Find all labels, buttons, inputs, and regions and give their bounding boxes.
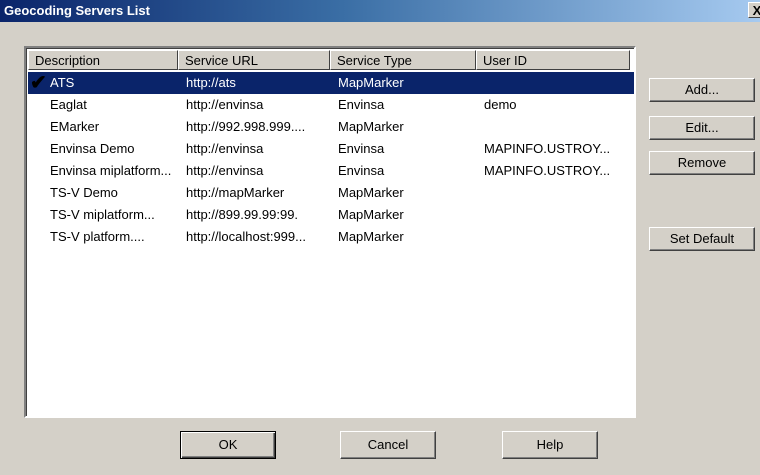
table-row[interactable]: Eaglat http://envinsa Envinsa demo	[28, 94, 634, 116]
window-title: Geocoding Servers List	[4, 3, 150, 18]
table-row[interactable]: TS-V platform.... http://localhost:999...…	[28, 226, 634, 248]
list-rows: ✔ ATS http://ats MapMarker Eaglat http://envi…	[28, 72, 634, 248]
table-row[interactable]: Envinsa miplatform... http://envinsa Envin…	[28, 160, 634, 182]
column-header-description[interactable]: Description	[28, 50, 178, 70]
table-row[interactable]: EMarker http://992.998.999.... MapMarker	[28, 116, 634, 138]
edit-button[interactable]: Edit...	[649, 116, 755, 140]
cell-user-id	[474, 72, 634, 94]
cell-service-url: http://envinsa	[186, 163, 264, 178]
cell-user-id	[474, 116, 634, 138]
add-button[interactable]: Add...	[649, 78, 755, 102]
cell-service-url: http://992.998.999....	[186, 119, 306, 134]
cell-description: Eaglat	[50, 97, 87, 112]
set-default-button[interactable]: Set Default	[649, 227, 755, 251]
cell-service-url: http://ats	[186, 75, 236, 90]
cell-user-id	[474, 204, 634, 226]
cell-description: EMarker	[50, 119, 100, 134]
cell-service-type: MapMarker	[338, 185, 404, 200]
cell-description: TS-V miplatform...	[50, 207, 155, 222]
cell-service-url: http://envinsa	[186, 97, 264, 112]
cell-service-type: MapMarker	[338, 207, 404, 222]
cell-service-type: MapMarker	[338, 119, 404, 134]
cell-description: ATS	[50, 75, 75, 90]
cancel-button[interactable]: Cancel	[340, 431, 436, 459]
default-check-icon: ✔	[30, 72, 47, 94]
table-row[interactable]: TS-V Demo http://mapMarker MapMarker	[28, 182, 634, 204]
column-header-service-url[interactable]: Service URL	[178, 50, 330, 70]
cell-service-url: http://mapMarker	[186, 185, 285, 200]
cell-user-id	[474, 182, 634, 204]
cell-service-url: http://899.99.99:99.	[186, 207, 299, 222]
servers-list[interactable]: Description Service URL Service Type Use…	[24, 46, 636, 418]
cell-description: Envinsa miplatform...	[50, 163, 172, 178]
cell-description: Envinsa Demo	[50, 141, 135, 156]
remove-button[interactable]: Remove	[649, 151, 755, 175]
table-row[interactable]: ✔ ATS http://ats MapMarker	[28, 72, 634, 94]
column-header-user-id[interactable]: User ID	[476, 50, 630, 70]
ok-button[interactable]: OK	[180, 431, 276, 459]
list-header: Description Service URL Service Type Use…	[28, 50, 630, 70]
table-row[interactable]: TS-V miplatform... http://899.99.99:99. Ma…	[28, 204, 634, 226]
title-bar: Geocoding Servers List	[0, 0, 760, 22]
cell-service-type: MapMarker	[338, 75, 404, 90]
cell-user-id: demo	[484, 97, 517, 112]
table-row[interactable]: Envinsa Demo http://envinsa Envinsa MAPINFO…	[28, 138, 634, 160]
close-button[interactable]: X	[748, 2, 760, 18]
cell-user-id: MAPINFO.USTROY...	[484, 163, 611, 178]
cell-user-id	[474, 226, 634, 248]
cell-service-type: Envinsa	[338, 141, 385, 156]
cell-service-url: http://localhost:999...	[186, 229, 306, 244]
help-button[interactable]: Help	[502, 431, 598, 459]
cell-service-url: http://envinsa	[186, 141, 264, 156]
column-header-service-type[interactable]: Service Type	[330, 50, 476, 70]
cell-description: TS-V Demo	[50, 185, 118, 200]
cell-service-type: Envinsa	[338, 163, 385, 178]
cell-user-id: MAPINFO.USTROY...	[484, 141, 611, 156]
cell-service-type: Envinsa	[338, 97, 385, 112]
cell-service-type: MapMarker	[338, 229, 404, 244]
cell-description: TS-V platform....	[50, 229, 145, 244]
